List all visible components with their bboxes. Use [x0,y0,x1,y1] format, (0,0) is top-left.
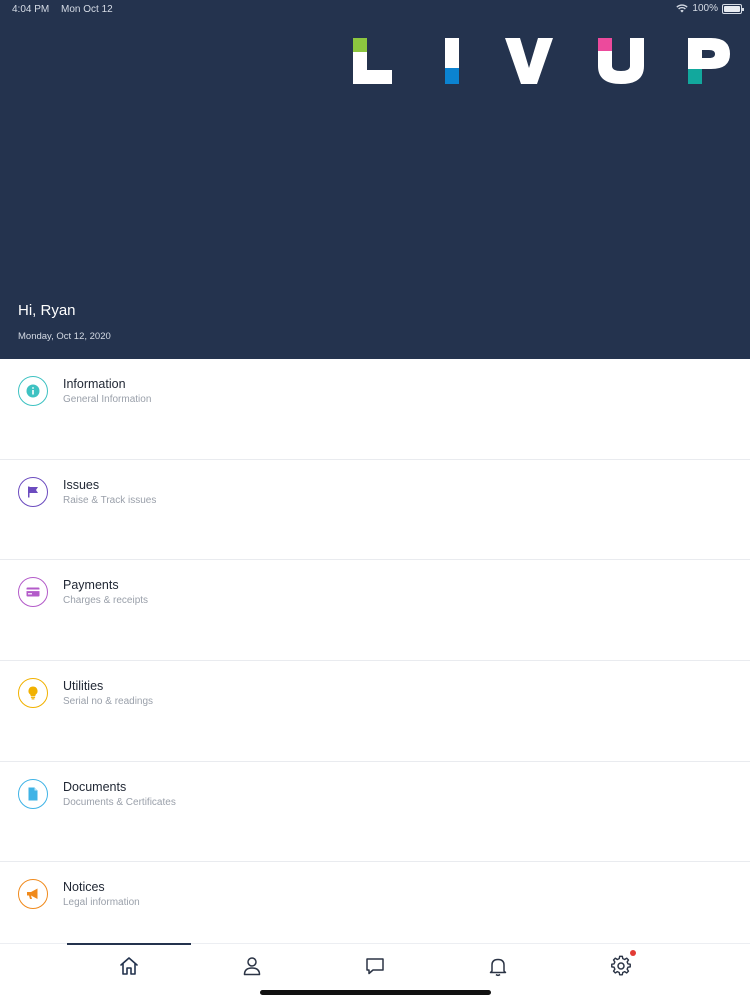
menu-item-subtitle: Legal information [63,897,140,909]
battery-icon [722,3,744,14]
lightbulb-icon [18,678,48,709]
menu-item-subtitle: General Information [63,394,152,405]
chat-icon [366,958,384,975]
menu-item-subtitle: Raise & Track issues [63,494,157,506]
gear-icon [611,955,631,976]
menu-item-issues[interactable]: Issues Raise & Track issues [0,460,750,561]
menu-item-payments[interactable]: Payments Charges & receipts [0,560,750,662]
greeting-text: Hi, Ryan [18,302,76,319]
bell-icon [489,958,507,977]
home-icon [120,957,138,975]
menu-item-subtitle: Serial no & readings [63,696,154,708]
tab-profile[interactable] [239,953,265,979]
menu-item-title: Documents [63,779,127,794]
credit-card-icon [18,577,48,608]
status-time: 4:04 PM [12,4,50,15]
user-icon [243,957,261,976]
menu-item-documents[interactable]: Documents Documents & Certificates [0,762,750,863]
megaphone-icon [18,879,48,910]
wifi-icon [676,4,689,13]
battery-percent: 100% [692,3,718,14]
main-menu: Information General Information Issues R… [0,359,750,963]
menu-item-title: Utilities [63,679,104,694]
current-date: Monday, Oct 12, 2020 [18,331,111,342]
menu-item-title: Issues [63,477,100,492]
menu-item-title: Information [63,377,126,391]
menu-item-subtitle: Charges & receipts [63,595,149,607]
flag-icon [18,476,48,507]
menu-item-information[interactable]: Information General Information [0,359,750,460]
menu-item-utilities[interactable]: Utilities Serial no & readings [0,661,750,762]
tab-settings[interactable] [608,950,636,979]
home-indicator [260,990,491,995]
menu-item-subtitle: Documents & Certificates [63,796,176,808]
info-icon [18,376,48,406]
header-banner: 4:04 PM Mon Oct 12 100% Hi, Ryan Monday,… [0,0,750,359]
status-date: Mon Oct 12 [61,4,113,15]
status-bar: 4:04 PM Mon Oct 12 100% [0,0,750,18]
active-tab-indicator [67,943,191,945]
livup-logo [353,38,730,84]
tab-notifications[interactable] [485,953,511,979]
document-icon [18,778,48,809]
tab-messages[interactable] [362,953,388,979]
menu-item-title: Payments [63,578,119,593]
notification-badge [630,950,636,956]
tab-home[interactable] [116,953,142,979]
menu-item-title: Notices [63,880,105,895]
